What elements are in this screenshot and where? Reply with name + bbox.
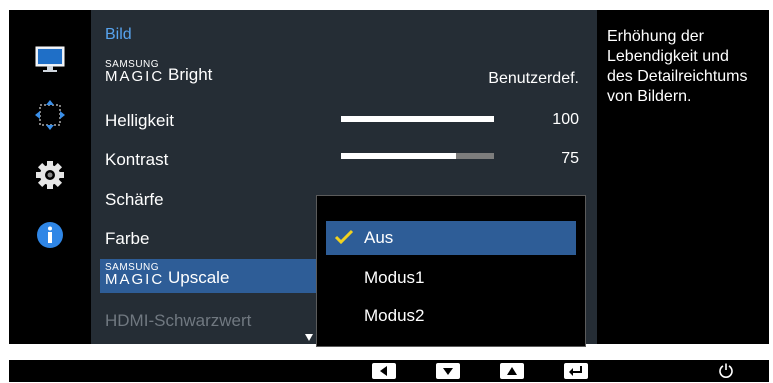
- down-arrow-icon[interactable]: [436, 363, 460, 379]
- position-arrows-icon[interactable]: [34, 99, 66, 131]
- kontrast-slider-fill: [341, 153, 456, 159]
- option-label: Aus: [364, 228, 394, 247]
- description-text: Erhöhung der Lebendigkeit und des Detail…: [607, 28, 748, 105]
- helligkeit-slider-fill: [341, 116, 494, 122]
- helligkeit-value: 100: [552, 111, 579, 128]
- menu-item-helligkeit[interactable]: Helligkeit: [105, 111, 174, 131]
- menu-title: Bild: [105, 26, 132, 43]
- left-arrow-icon[interactable]: [372, 363, 396, 379]
- menu-item-hdmi-schwarzwert: HDMI-Schwarzwert: [105, 311, 252, 330]
- menu-item-label: Upscale: [168, 268, 230, 287]
- brand-magic-text: MAGIC: [105, 68, 165, 85]
- magic-bright-value: Benutzerdef.: [488, 70, 579, 87]
- menu-item-farbe[interactable]: Farbe: [105, 229, 149, 249]
- menu-item-label: Bright: [168, 65, 213, 84]
- button-guide-bar: [9, 360, 769, 382]
- scroll-down-arrow-icon[interactable]: [305, 334, 313, 341]
- checkmark-icon: [334, 229, 354, 245]
- menu-item-magic-bright[interactable]: SAMSUNG MAGIC Bright: [105, 60, 305, 88]
- kontrast-value: 75: [561, 150, 579, 167]
- option-label: Modus2: [364, 306, 425, 325]
- option-aus[interactable]: Aus: [326, 221, 576, 255]
- category-sidebar: [9, 10, 91, 344]
- monitor-icon[interactable]: [34, 43, 66, 75]
- enter-icon[interactable]: [564, 363, 588, 379]
- up-arrow-icon[interactable]: [500, 363, 524, 379]
- menu-item-schaerfe[interactable]: Schärfe: [105, 190, 164, 210]
- info-icon[interactable]: [34, 219, 66, 251]
- power-icon[interactable]: [718, 362, 734, 383]
- option-modus2[interactable]: Modus2: [326, 299, 576, 333]
- option-modus1[interactable]: Modus1: [326, 261, 576, 295]
- menu-item-kontrast[interactable]: Kontrast: [105, 150, 168, 170]
- settings-gear-icon[interactable]: [34, 159, 66, 191]
- upscale-options-dropdown: Aus Modus1 Modus2: [316, 195, 586, 347]
- helligkeit-slider[interactable]: [341, 116, 494, 122]
- kontrast-slider[interactable]: [341, 153, 494, 159]
- osd-window: Bild SAMSUNG MAGIC Bright Benutzerdef. H…: [9, 10, 769, 347]
- description-panel: Erhöhung der Lebendigkeit und des Detail…: [597, 10, 769, 344]
- option-label: Modus1: [364, 268, 425, 287]
- magic-upscale-label: SAMSUNG MAGIC Upscale: [105, 263, 305, 291]
- brand-magic-text: MAGIC: [105, 271, 165, 288]
